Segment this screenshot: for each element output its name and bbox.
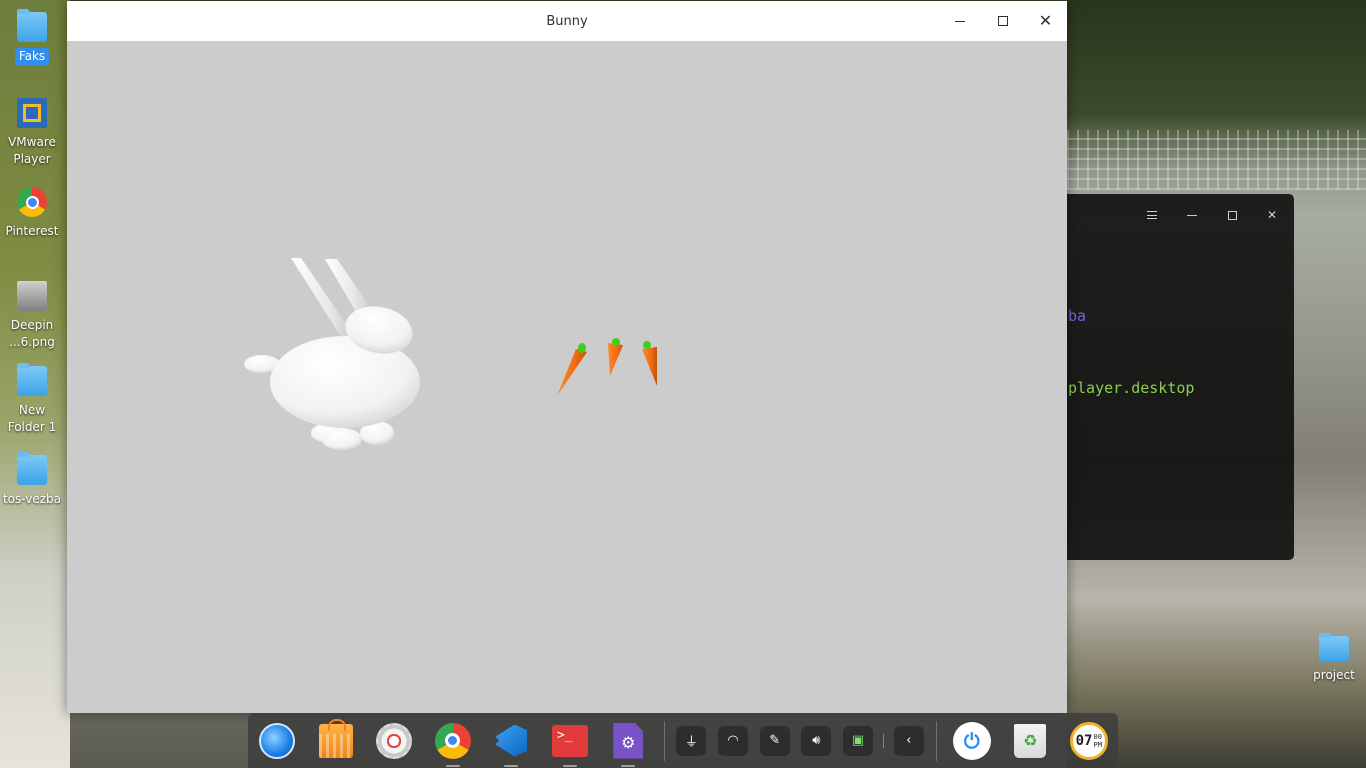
menu-icon (1147, 211, 1157, 219)
desktop-icon-new-folder-1[interactable]: New Folder 1 (2, 363, 62, 436)
clock-minute: 00 (1093, 732, 1102, 741)
bunny-foot (322, 428, 362, 450)
maximize-button[interactable] (981, 1, 1024, 41)
desktop-icon-label: VMware Player (8, 135, 56, 166)
dock-separator (935, 720, 937, 761)
maximize-icon (1227, 210, 1237, 220)
terminal-window[interactable]: ✕ ba player.desktop (1067, 194, 1294, 560)
pen-icon: ✎ (759, 725, 790, 756)
tray-redshift[interactable]: ✎ (754, 713, 796, 768)
terminal-minimize-button[interactable] (1172, 194, 1212, 236)
clock-hour: 07 (1075, 732, 1093, 749)
dock-clock[interactable]: 07 00 PM (1060, 713, 1119, 768)
tray-volume[interactable]: 🔊︎ (796, 713, 838, 768)
dock-launcher[interactable] (248, 713, 307, 768)
tray-wifi[interactable]: ◠ (712, 713, 754, 768)
desktop-icon-label: Faks (14, 48, 50, 65)
desktop-icon-tos-vezba[interactable]: tos-vezba (2, 452, 62, 508)
terminal-icon: >_ (551, 724, 588, 757)
desktop-icon-vmware-player[interactable]: VMware Player (2, 98, 62, 168)
wallpaper-fence (1067, 130, 1366, 190)
dock-terminal[interactable]: >_ (541, 713, 600, 768)
terminal-output-line: player.desktop (1068, 379, 1195, 397)
minimize-button[interactable] (938, 1, 981, 41)
folder-icon (1319, 633, 1349, 662)
usb-icon: ⏚ (676, 725, 707, 756)
minimize-icon (1187, 214, 1197, 216)
carrot (608, 338, 623, 376)
settings-document-icon: ⚙ (613, 722, 644, 759)
dock-vscode[interactable] (482, 713, 541, 768)
clock-icon: 07 00 PM (1069, 721, 1108, 760)
desktop-icon-label: Deepin ...6.png (9, 318, 55, 349)
desktop-icon-pinterest[interactable]: Pinterest (2, 187, 62, 240)
dock-trash[interactable]: ♻ (1001, 713, 1060, 768)
bunny-ear (291, 258, 355, 343)
desktop-icon-faks[interactable]: Faks (2, 9, 62, 65)
image-file-icon (17, 281, 47, 311)
chevron-left-icon: ‹ (893, 725, 924, 756)
folder-icon (17, 363, 47, 396)
terminal-output-line: ba (1068, 307, 1087, 325)
carrot (642, 341, 657, 386)
chrome-icon (434, 722, 471, 759)
3d-scene-viewport[interactable] (67, 41, 1067, 713)
vmware-icon (17, 98, 47, 128)
minimize-icon (954, 20, 965, 22)
dock-control-center[interactable] (365, 713, 424, 768)
tray-separator (882, 733, 884, 748)
close-icon: ✕ (1038, 11, 1053, 30)
vscode-icon (495, 724, 528, 757)
scene-canvas (244, 258, 657, 450)
volume-icon: 🔊︎ (801, 725, 832, 756)
trash-icon: ♻ (1014, 723, 1047, 758)
desktop-icon-project[interactable]: project (1304, 633, 1364, 682)
bunny-window[interactable]: Bunny ✕ (67, 1, 1067, 713)
desktop-icon-label: New Folder 1 (7, 403, 57, 434)
close-icon: ✕ (1266, 208, 1278, 222)
tray-battery[interactable]: ▣ (837, 713, 879, 768)
dock-power[interactable]: ⏻ (943, 713, 1002, 768)
launcher-icon (259, 722, 296, 759)
chrome-icon (17, 187, 47, 217)
window-titlebar[interactable]: Bunny ✕ (67, 1, 1067, 41)
desktop-icon-label: Pinterest (5, 224, 59, 238)
dock-chrome[interactable] (424, 713, 483, 768)
desktop-icon-label: tos-vezba (2, 492, 62, 506)
control-center-icon (376, 722, 413, 759)
folder-icon (17, 9, 47, 42)
bunny-model (244, 258, 420, 450)
terminal-menu-button[interactable] (1132, 194, 1172, 236)
window-title: Bunny (546, 13, 588, 29)
app-store-icon (318, 718, 353, 758)
dock-settings-document[interactable]: ⚙ (599, 713, 658, 768)
dock: >_ ⚙ ⏚ ◠ ✎ 🔊︎ ▣ ‹ ⏻ ♻ 07 00 PM (248, 713, 1118, 768)
desktop-icon-label: project (1313, 668, 1355, 682)
terminal-titlebar[interactable]: ✕ (1067, 194, 1294, 236)
carrot (557, 343, 587, 396)
close-button[interactable]: ✕ (1024, 1, 1067, 41)
maximize-icon (997, 16, 1008, 26)
wifi-icon: ◠ (718, 725, 749, 756)
tray-expand[interactable]: ‹ (888, 713, 930, 768)
folder-icon (17, 452, 47, 485)
dock-separator (663, 720, 665, 761)
dock-app-store[interactable] (307, 713, 366, 768)
power-icon: ⏻ (952, 721, 991, 760)
desktop-icon-deepin-png[interactable]: Deepin ...6.png (2, 276, 62, 351)
battery-icon: ▣ (843, 725, 874, 756)
clock-ampm: PM (1093, 740, 1102, 749)
terminal-close-button[interactable]: ✕ (1252, 194, 1292, 236)
tray-usb[interactable]: ⏚ (671, 713, 713, 768)
terminal-maximize-button[interactable] (1212, 194, 1252, 236)
